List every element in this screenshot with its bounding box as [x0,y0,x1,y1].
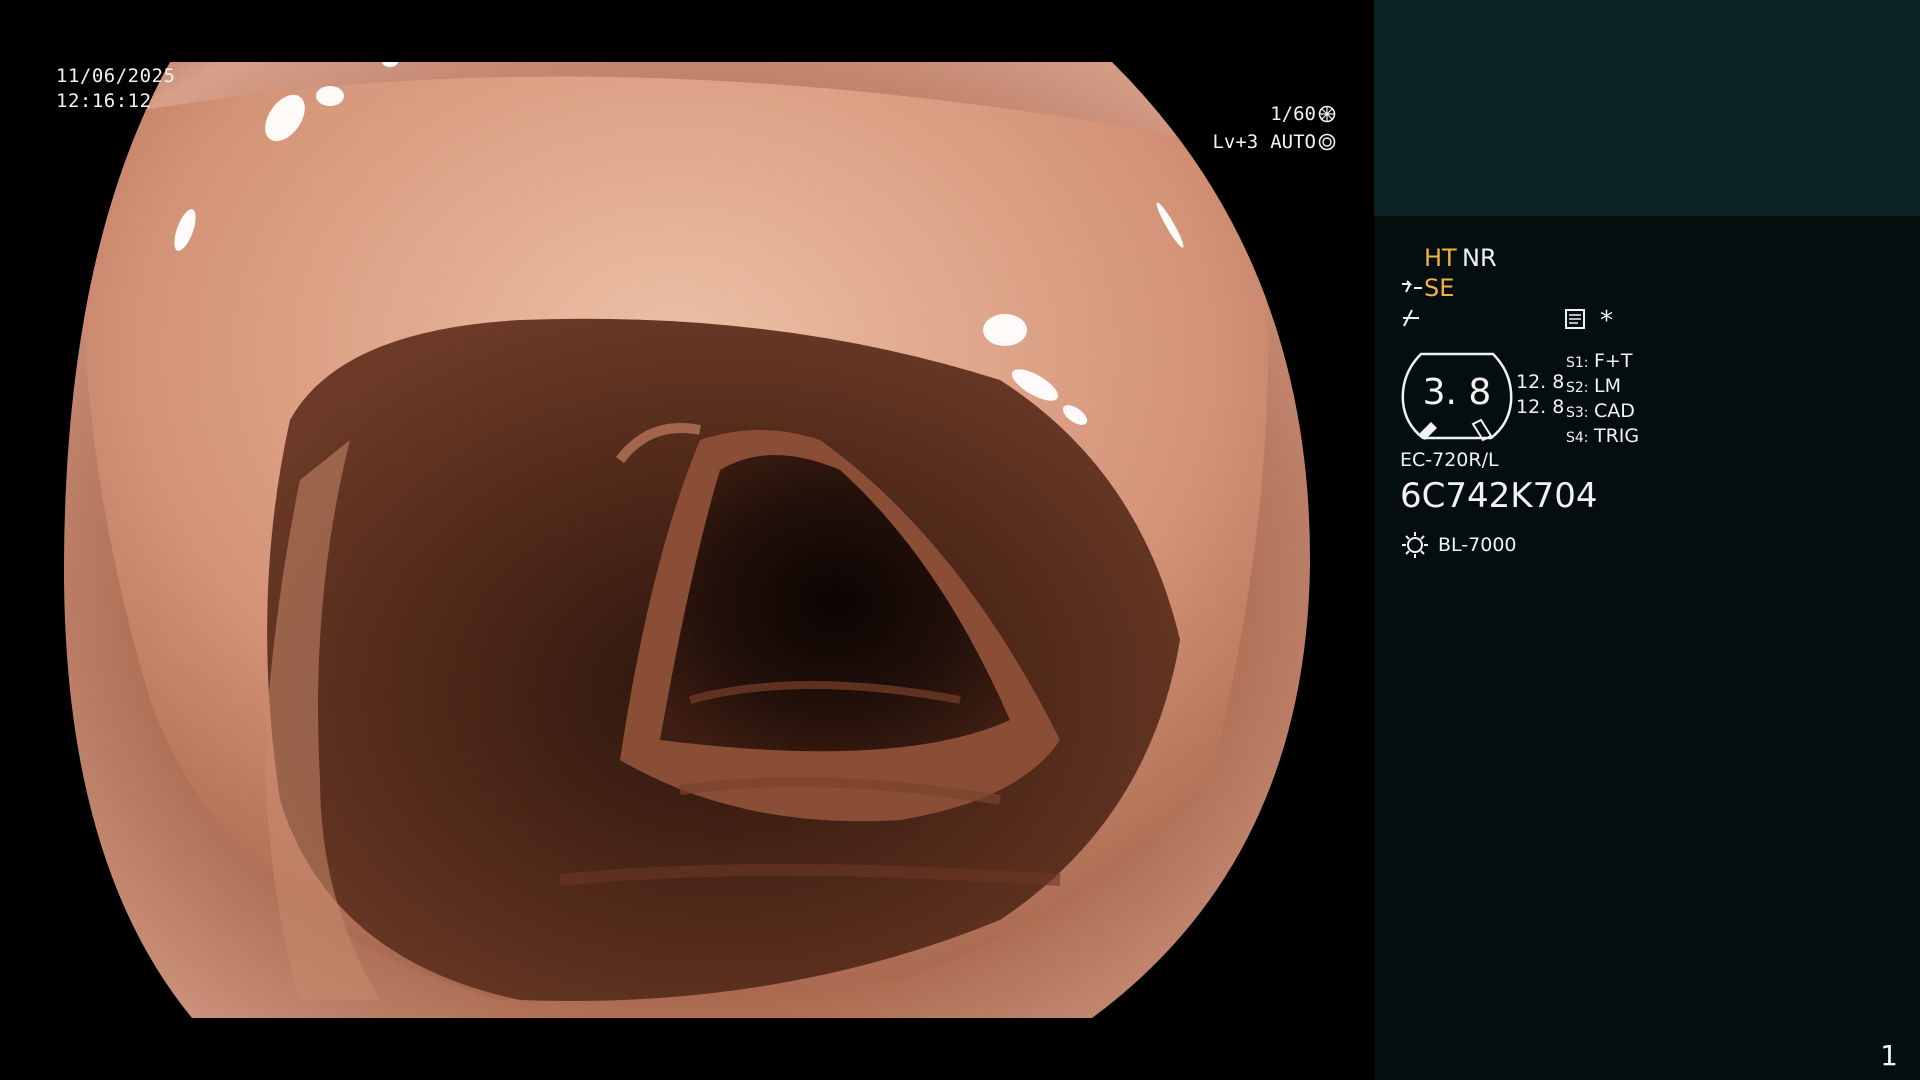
value-1: 12. 8 [1516,371,1565,393]
iris-mode-text: AUTO [1270,131,1316,153]
lamp-icon [1402,532,1428,558]
switch-s3: S3: CAD [1566,400,1639,425]
scope-mode-icon [1402,280,1422,293]
scope-serial: 6C742K704 [1400,476,1598,516]
switch-key: S3: [1566,405,1589,421]
switch-value: F+T [1594,350,1633,372]
exposure-info: 1/60 Lv+3 AUTO [1212,100,1336,156]
exposure-level-text: Lv+3 [1212,131,1259,153]
endoscopic-image [63,62,1311,1018]
switch-value: LM [1594,375,1621,397]
switch-assignments: S1: F+T S2: LM S3: CAD S4: TRIG [1566,350,1639,450]
switch-s4: S4: TRIG [1566,425,1639,450]
iris-icon [1318,133,1336,151]
memo-icon [1565,309,1585,329]
switch-value: TRIG [1594,425,1640,447]
switch-key: S4: [1566,430,1589,446]
endoscope-view: 11/06/2025 12:16:12 1/60 Lv+3 AUTO [0,0,1374,1080]
ht-mode-label: HT [1424,244,1457,272]
scope-model: EC-720R/L [1400,449,1499,471]
page-number: 1 [1880,1039,1898,1072]
date-text: 11/06/2025 [56,65,176,87]
scope-values: 12. 8 12. 8 [1516,370,1564,420]
se-mode-label: SE [1424,274,1455,302]
switch-value: CAD [1594,400,1635,422]
shutter-speed-text: 1/60 [1270,103,1316,125]
light-source: BL-7000 [1400,530,1517,560]
time-text: 12:16:12 [56,90,152,112]
switch-s2: S2: LM [1566,375,1639,400]
switch-s1: S1: F+T [1566,350,1639,375]
date-time-stamp: 11/06/2025 12:16:12 [56,64,175,114]
enhancement-icon [1403,309,1419,327]
asterisk-icon: * [1600,306,1613,336]
gauge-value: 3. 8 [1422,372,1492,413]
light-source-text: BL-7000 [1438,534,1517,556]
value-2: 12. 8 [1516,396,1565,418]
switch-key: S2: [1566,380,1589,396]
panel-header-area [1374,0,1920,216]
shutter-icon [1318,105,1336,123]
switch-key: S1: [1566,355,1589,371]
nr-mode-label: NR [1462,244,1497,272]
